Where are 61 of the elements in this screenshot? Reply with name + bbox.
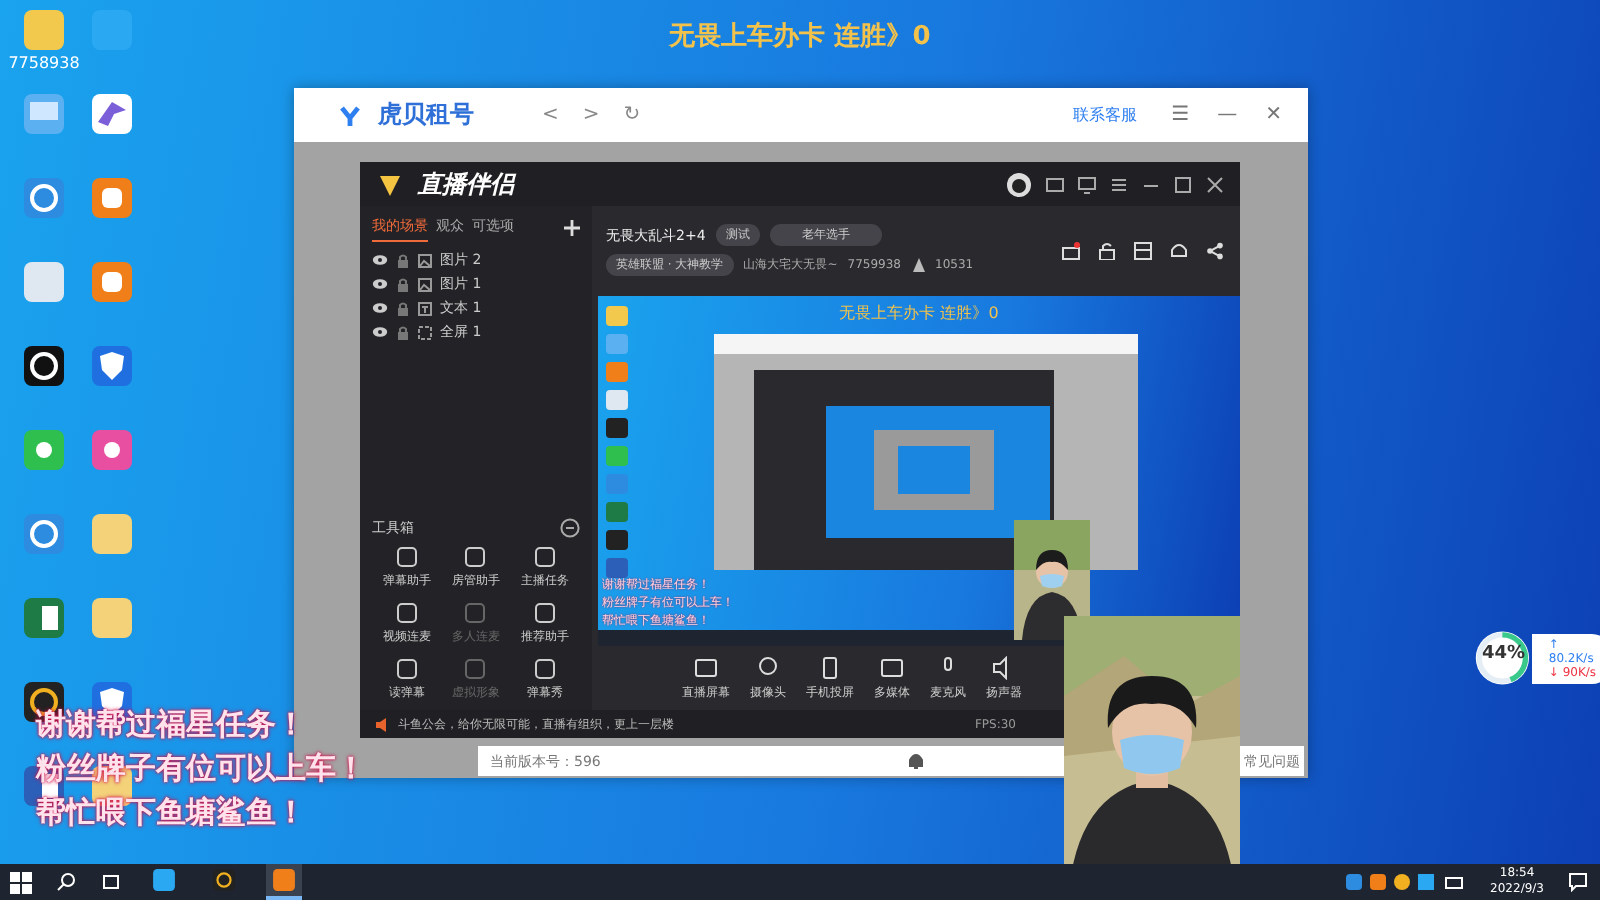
screen-icon <box>694 655 718 680</box>
eye-icon[interactable] <box>372 254 388 266</box>
phone-icon <box>818 655 842 680</box>
layout-icon[interactable] <box>1134 242 1152 260</box>
maximize-icon[interactable] <box>1174 175 1192 193</box>
taskbar-app[interactable] <box>266 864 302 900</box>
chat-overlay-line: 帮忙喂下鱼塘鲨鱼！ <box>36 796 306 830</box>
app-logo-icon <box>376 170 404 198</box>
text-frame-icon <box>418 301 432 315</box>
eye-icon[interactable] <box>372 302 388 314</box>
lock-icon[interactable] <box>1098 242 1116 260</box>
spreadsheet-icon[interactable] <box>22 596 66 640</box>
tool-icon <box>534 602 557 624</box>
support-link[interactable]: 联系客服 <box>1061 104 1150 126</box>
tool-icon <box>464 658 487 680</box>
search-icon[interactable] <box>56 872 76 892</box>
tool-icon <box>464 546 487 568</box>
shield-icon[interactable] <box>90 344 134 388</box>
stream-overlay-title: 无畏上车办卡 连胜》0 <box>669 19 931 54</box>
close-icon[interactable] <box>1206 175 1224 193</box>
tool-icon <box>534 546 557 568</box>
start-icon[interactable] <box>10 871 32 893</box>
nav-button[interactable]: ↻ <box>619 104 645 126</box>
task-view-icon[interactable] <box>100 872 122 892</box>
bell-icon[interactable] <box>1170 242 1188 260</box>
window-title: 虎贝租号 <box>378 98 474 132</box>
menu-icon[interactable] <box>1110 175 1128 193</box>
nav-button[interactable]: < <box>538 104 563 126</box>
app-logo-icon <box>338 103 362 127</box>
bird-icon[interactable] <box>90 92 134 136</box>
icon-label: 7758938 <box>8 54 80 72</box>
tool-icon <box>395 658 418 680</box>
app-icon[interactable] <box>90 260 134 304</box>
app-icon[interactable] <box>90 176 134 220</box>
nav-button[interactable]: > <box>578 104 604 126</box>
more-icon[interactable] <box>560 518 580 538</box>
tool-icon <box>464 602 487 624</box>
app-title: 直播伴侣 <box>418 167 514 201</box>
eye-icon[interactable] <box>372 326 388 338</box>
avatar-icon[interactable] <box>1006 171 1032 197</box>
notification-icon[interactable] <box>1568 872 1588 892</box>
webcam-icon <box>756 655 780 680</box>
share-icon[interactable] <box>1206 242 1224 260</box>
image-icon <box>418 277 432 291</box>
speaker-icon <box>376 717 390 731</box>
mail-icon[interactable] <box>1046 175 1064 193</box>
eye-icon[interactable] <box>372 278 388 290</box>
window-control-button[interactable]: — <box>1211 104 1244 126</box>
image-icon <box>418 253 432 267</box>
tool-icon <box>534 658 557 680</box>
screen-icon[interactable] <box>1078 175 1096 193</box>
fullscreen-icon <box>418 325 432 339</box>
window-control-button[interactable]: ✕ <box>1259 104 1288 126</box>
gift-icon[interactable] <box>1062 242 1080 260</box>
tool-icon <box>395 602 418 624</box>
add-icon[interactable] <box>564 220 580 236</box>
tool-icon <box>395 546 418 568</box>
tray-icons-drawing <box>1346 872 1467 892</box>
window-control-button[interactable]: ☰ <box>1165 104 1196 126</box>
stream-overlay-title: 无畏上车办卡 连胜》0 <box>837 301 1001 324</box>
bell-icon <box>908 752 925 770</box>
